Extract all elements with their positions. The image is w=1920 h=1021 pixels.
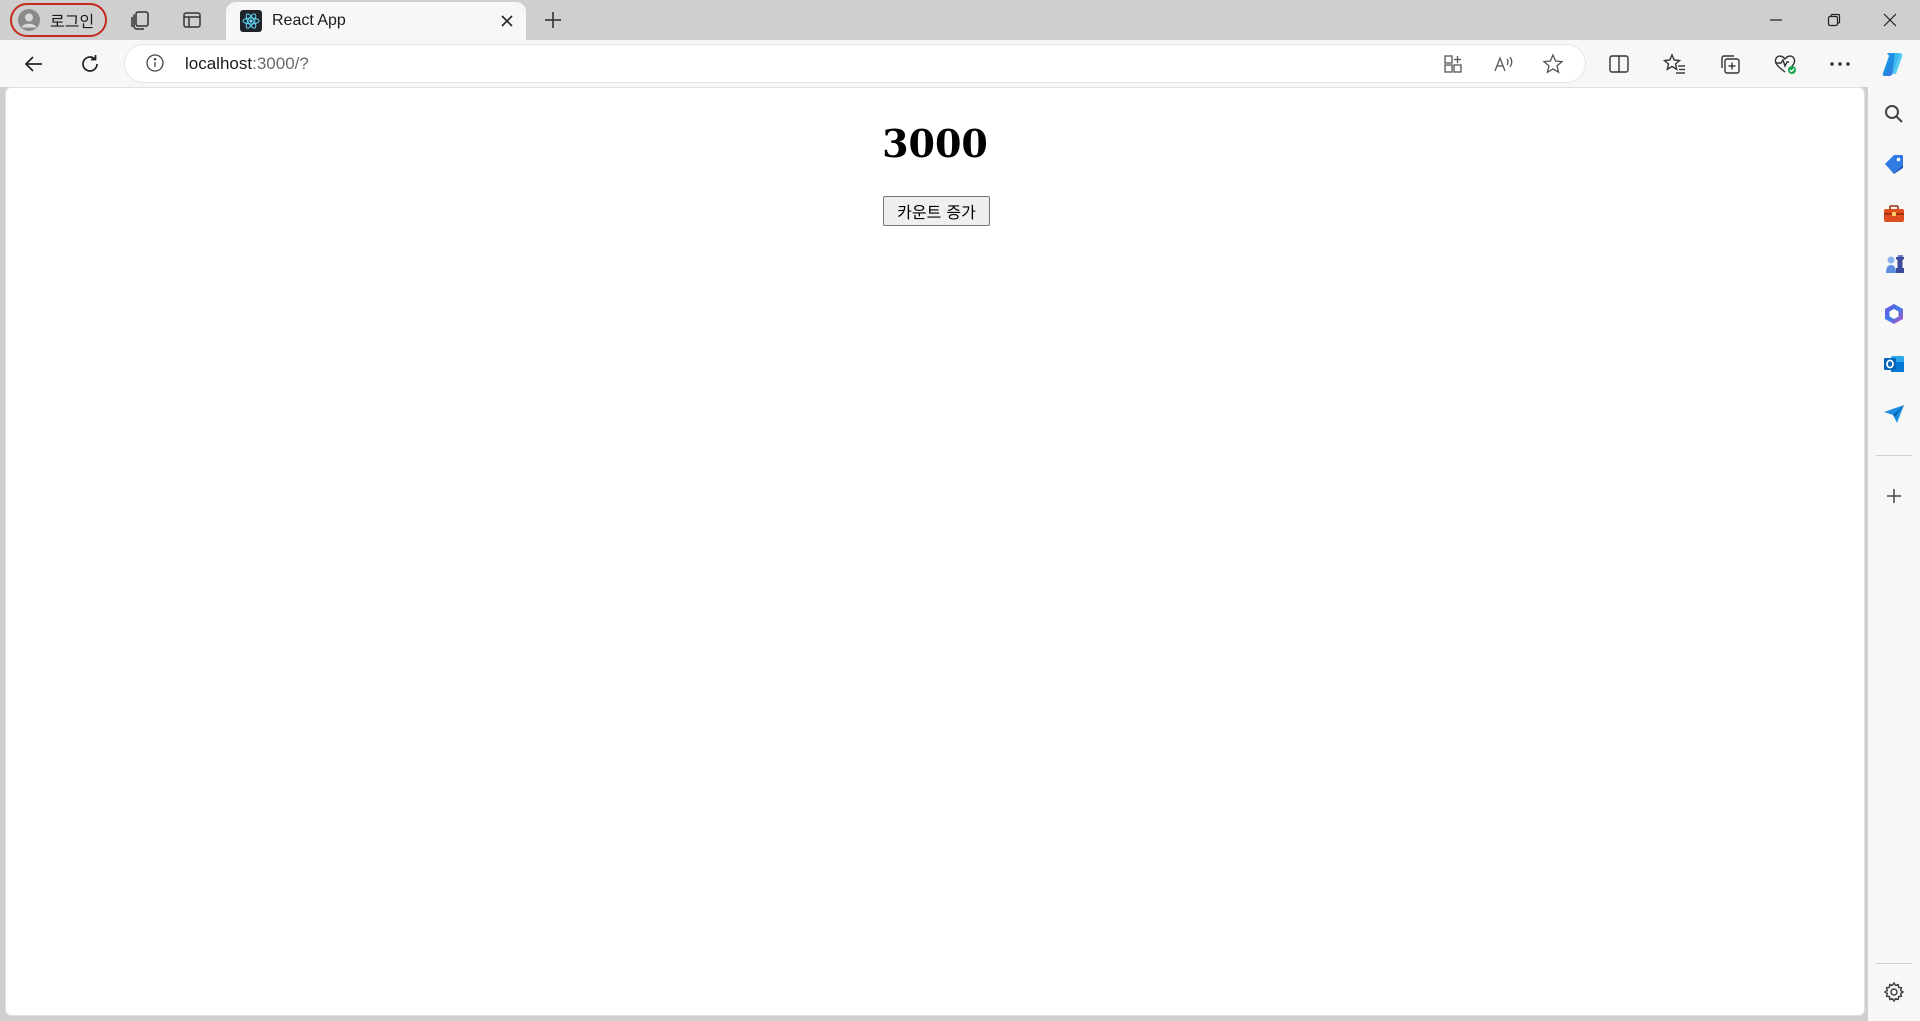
- refresh-button[interactable]: [76, 50, 104, 78]
- tab-react-app[interactable]: React App: [226, 2, 526, 40]
- read-aloud-icon[interactable]: [1492, 52, 1516, 76]
- back-button[interactable]: [20, 50, 48, 78]
- close-icon[interactable]: [496, 10, 518, 32]
- tab-actions-icon[interactable]: [180, 8, 204, 32]
- back-arrow-icon: [24, 56, 42, 72]
- split-screen-icon[interactable]: [1605, 50, 1633, 78]
- edge-sidebar: [1868, 87, 1920, 1021]
- url-text[interactable]: localhost:3000/?: [185, 54, 309, 74]
- workspaces-icon[interactable]: [128, 8, 152, 32]
- person-icon: [18, 9, 40, 31]
- copilot-icon[interactable]: [1878, 50, 1906, 78]
- favorites-icon[interactable]: [1661, 50, 1689, 78]
- heart-pulse-icon[interactable]: [1771, 50, 1799, 78]
- collections-icon[interactable]: [1716, 50, 1744, 78]
- new-tab-button[interactable]: [541, 8, 565, 32]
- chess-icon[interactable]: [1881, 251, 1907, 277]
- send-icon[interactable]: [1881, 401, 1907, 427]
- sidebar-divider-bottom: [1876, 963, 1912, 964]
- tag-icon[interactable]: [1881, 151, 1907, 177]
- close-window-icon: [1883, 13, 1897, 27]
- page-viewport: 3000 카운트 증가: [5, 87, 1865, 1016]
- sidebar-divider: [1876, 455, 1912, 456]
- url-path: :3000/?: [252, 54, 309, 73]
- toolbox-icon[interactable]: [1881, 201, 1907, 227]
- browser-toolbar: localhost:3000/?: [0, 40, 1920, 87]
- restore-icon: [1827, 13, 1841, 27]
- star-icon[interactable]: [1541, 52, 1565, 76]
- plus-icon: [1887, 489, 1901, 503]
- increment-count-button[interactable]: 카운트 증가: [883, 196, 990, 226]
- react-logo-icon: [240, 10, 262, 32]
- more-icon[interactable]: [1826, 50, 1854, 78]
- count-heading: 3000: [882, 121, 988, 166]
- apps-icon[interactable]: [1441, 52, 1465, 76]
- outlook-icon[interactable]: [1881, 351, 1907, 377]
- tab-title: React App: [272, 12, 346, 29]
- close-window-button[interactable]: [1862, 0, 1918, 40]
- gear-icon[interactable]: [1881, 979, 1907, 1005]
- minimize-icon: [1770, 19, 1782, 21]
- url-host: localhost: [185, 54, 253, 73]
- title-bar: 로그인 React App: [0, 0, 1920, 40]
- search-icon[interactable]: [1881, 101, 1907, 127]
- restore-button[interactable]: [1806, 0, 1862, 40]
- profile-label: 로그인: [50, 14, 95, 31]
- info-icon[interactable]: [145, 53, 165, 73]
- add-sidebar-app-button[interactable]: [1881, 483, 1907, 509]
- minimize-button[interactable]: [1748, 0, 1804, 40]
- window-bottom-edge: [0, 1016, 1868, 1021]
- office-icon[interactable]: [1881, 301, 1907, 327]
- profile-button[interactable]: 로그인: [10, 3, 107, 37]
- plus-icon: [545, 12, 561, 28]
- refresh-icon: [82, 55, 98, 72]
- address-bar[interactable]: localhost:3000/?: [125, 45, 1585, 82]
